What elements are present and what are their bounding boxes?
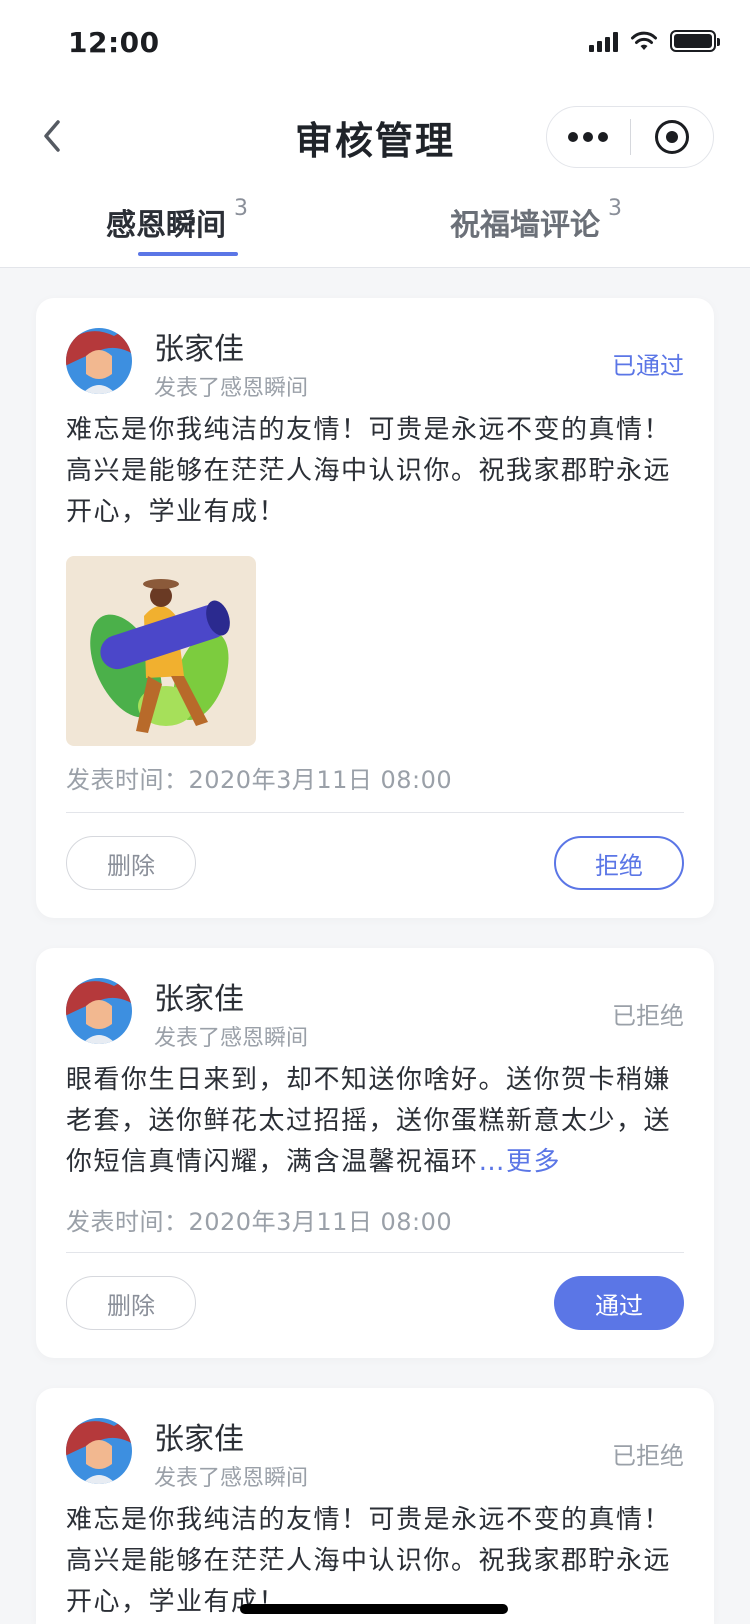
user-name: 张家佳 [154,1422,244,1457]
avatar [66,328,132,394]
battery-icon [670,30,720,52]
target-icon [654,120,689,154]
avatar [66,978,132,1044]
tab-label: 祝福墙评论 [450,208,600,243]
card-divider [66,1252,684,1253]
card-divider [66,812,684,813]
avatar [66,1418,132,1484]
post-type: 发表了感恩瞬间 [154,1026,309,1051]
delete-button[interactable]: 删除 [66,836,196,890]
post-content: 难忘是你我纯洁的友情！可贵是永远不变的真情！高兴是能够在茫茫人海中认识你。祝我家… [66,415,672,527]
status-badge: 已通过 [612,352,684,380]
tab-label: 感恩瞬间 [106,208,226,243]
review-card: 张家佳 发表了感恩瞬间 已通过 难忘是你我纯洁的友情！可贵是永远不变的真情！高兴… [36,298,714,918]
more-link[interactable]: …更多 [479,1147,562,1177]
post-time: 发表时间：2020年3月11日 08:00 [66,1208,453,1236]
status-badge: 已拒绝 [612,1442,684,1470]
approve-button[interactable]: 通过 [554,1276,684,1330]
cellular-signal-icon [589,30,618,52]
tab-count: 3 [234,196,248,221]
mini-program-capsule [546,106,714,168]
review-card: 张家佳 发表了感恩瞬间 已拒绝 眼看你生日来到，却不知送你啥好。送你贺卡稍嫌老套… [36,948,714,1358]
post-time: 发表时间：2020年3月11日 08:00 [66,766,453,794]
tab-blessing-wall-comments[interactable]: 祝福墙评论 3 [450,196,622,244]
more-options-icon[interactable] [547,132,630,142]
header-area: 12:00 审核管理 感恩瞬间 3 祝福墙评论 3 [0,0,750,268]
delete-button[interactable]: 删除 [66,1276,196,1330]
status-bar: 12:00 [0,0,750,88]
wifi-icon [631,31,657,50]
post-type: 发表了感恩瞬间 [154,376,309,401]
home-indicator[interactable] [240,1604,508,1614]
status-time: 12:00 [68,26,160,59]
reject-button[interactable]: 拒绝 [554,836,684,890]
active-tab-indicator [138,252,238,256]
user-name: 张家佳 [154,332,244,367]
status-badge: 已拒绝 [612,1002,684,1030]
status-icons [589,30,720,52]
review-card: 张家佳 发表了感恩瞬间 已拒绝 难忘是你我纯洁的友情！可贵是永远不变的真情！高兴… [36,1388,714,1624]
tab-count: 3 [608,196,622,221]
close-mini-program-button[interactable] [631,120,714,154]
post-image[interactable] [66,556,256,746]
navigation-bar: 审核管理 [0,100,750,176]
post-content: 眼看你生日来到，却不知送你啥好。送你贺卡稍嫌老套，送你鲜花太过招摇，送你蛋糕新意… [66,1060,684,1183]
user-name: 张家佳 [154,982,244,1017]
post-content-text: 眼看你生日来到，却不知送你啥好。送你贺卡稍嫌老套，送你鲜花太过招摇，送你蛋糕新意… [66,1065,672,1177]
tab-bar: 感恩瞬间 3 祝福墙评论 3 [0,190,750,268]
tab-gratitude-moments[interactable]: 感恩瞬间 3 [106,196,248,244]
post-type: 发表了感恩瞬间 [154,1466,309,1491]
